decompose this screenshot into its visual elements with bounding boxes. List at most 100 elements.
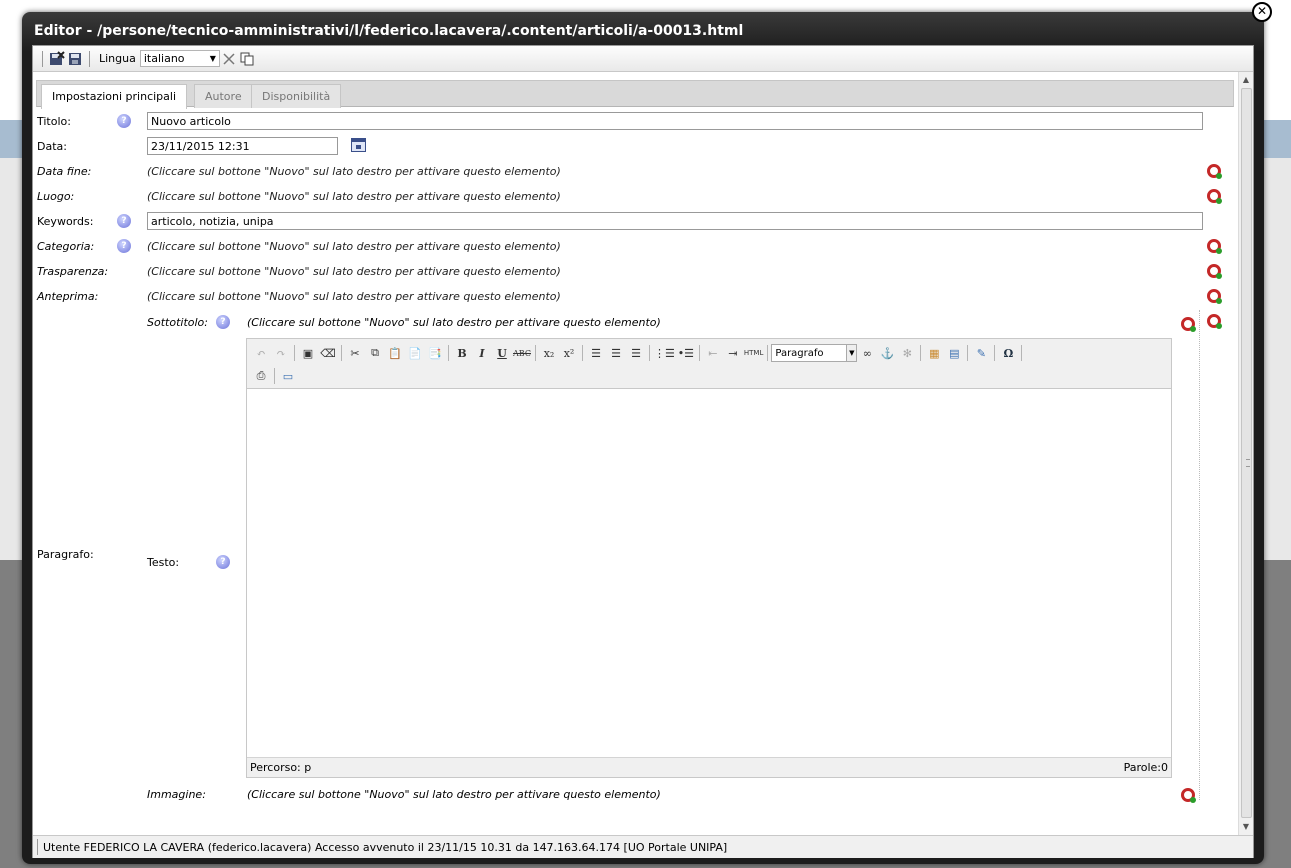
save-exit-icon[interactable]	[48, 50, 66, 68]
tab-autore[interactable]: Autore	[194, 84, 253, 108]
field-data-fine: Data fine: (Cliccare sul bottone "Nuovo"…	[33, 159, 1238, 184]
immagine-label: Immagine:	[147, 788, 206, 801]
trasparenza-hint: (Cliccare sul bottone "Nuovo" sul lato d…	[147, 265, 561, 278]
editor-content-area[interactable]	[247, 389, 1171, 757]
paste-icon[interactable]: 📋	[386, 344, 404, 362]
format-value: Paragrafo	[775, 347, 824, 359]
keywords-label: Keywords:	[37, 215, 94, 228]
status-divider	[37, 839, 38, 855]
delete-language-icon[interactable]	[220, 50, 238, 68]
strikethrough-icon[interactable]: ABC	[513, 344, 531, 362]
data-input[interactable]	[147, 137, 338, 155]
help-icon[interactable]: ?	[117, 214, 131, 228]
copy-icon[interactable]: ⧉	[366, 344, 384, 362]
undo-icon[interactable]: ↶	[252, 344, 270, 362]
bold-icon[interactable]: B	[453, 344, 471, 362]
print-icon[interactable]: ⎙	[252, 367, 270, 385]
align-center-icon[interactable]: ☰	[607, 344, 625, 362]
clear-format-icon[interactable]: ⌫	[319, 344, 337, 362]
add-new-icon[interactable]	[1181, 317, 1196, 332]
scroll-down-icon[interactable]: ▼	[1239, 819, 1253, 835]
help-icon[interactable]: ?	[117, 114, 131, 128]
format-select[interactable]: Paragrafo	[771, 344, 848, 362]
categoria-hint: (Cliccare sul bottone "Nuovo" sul lato d…	[147, 240, 561, 253]
cut-icon[interactable]: ✂	[346, 344, 364, 362]
editor-statusbar: Percorso: p Parole:0	[247, 757, 1171, 777]
add-new-icon[interactable]	[1207, 239, 1222, 254]
tab-disponibilita[interactable]: Disponibilità	[251, 84, 342, 108]
toolbar-divider	[1021, 345, 1023, 361]
align-right-icon[interactable]: ☰	[627, 344, 645, 362]
scrollbar-thumb[interactable]	[1241, 88, 1252, 818]
language-select[interactable]: italiano ▼	[139, 50, 220, 67]
image-icon[interactable]: ▦	[925, 344, 943, 362]
field-anteprima: Anteprima: (Cliccare sul bottone "Nuovo"…	[33, 284, 1238, 309]
editor-panel: Lingua italiano ▼ Impostazioni principal…	[32, 45, 1254, 858]
add-new-icon[interactable]	[1207, 164, 1222, 179]
numbered-list-icon[interactable]: ⋮☰	[654, 344, 675, 362]
media-icon[interactable]: ▤	[945, 344, 963, 362]
status-bar: Utente FEDERICO LA CAVERA (federico.laca…	[33, 835, 1253, 858]
close-icon[interactable]: ✕	[1252, 2, 1272, 22]
toolbar-divider	[274, 368, 275, 384]
help-icon[interactable]: ?	[216, 555, 230, 569]
toolbar-divider	[535, 345, 536, 361]
field-keywords: Keywords: ?	[33, 209, 1238, 234]
status-text: Utente FEDERICO LA CAVERA (federico.laca…	[43, 840, 728, 854]
scroll-up-icon[interactable]: ▲	[1239, 72, 1253, 88]
add-new-icon[interactable]	[1207, 289, 1222, 304]
unlink-icon[interactable]: ✻	[898, 344, 916, 362]
language-label: Lingua	[99, 52, 136, 65]
scrollbar-grip	[1246, 459, 1250, 467]
add-new-icon[interactable]	[1207, 264, 1222, 279]
add-new-icon[interactable]	[1207, 189, 1222, 204]
italic-icon[interactable]: I	[473, 344, 491, 362]
fullscreen-icon[interactable]: ▭	[279, 367, 297, 385]
subscript-icon[interactable]: x₂	[540, 344, 558, 362]
form-content: Impostazioni principali Autore Disponibi…	[33, 72, 1238, 835]
keywords-input[interactable]	[147, 212, 1203, 230]
tab-impostazioni-principali[interactable]: Impostazioni principali	[41, 84, 188, 109]
copy-language-icon[interactable]	[238, 50, 256, 68]
luogo-label: Luogo:	[37, 190, 75, 203]
outdent-icon[interactable]: ⇤	[704, 344, 722, 362]
help-icon[interactable]: ?	[117, 239, 131, 253]
word-count: Parole:0	[1123, 761, 1168, 774]
indent-icon[interactable]: ⇥	[724, 344, 742, 362]
toolbar-divider	[582, 345, 583, 361]
tab-bar: Impostazioni principali Autore Disponibi…	[36, 80, 1234, 109]
help-icon[interactable]: ?	[216, 315, 230, 329]
anchor-icon[interactable]: ⚓	[878, 344, 896, 362]
edit-icon[interactable]: ✎	[972, 344, 990, 362]
underline-icon[interactable]: U	[493, 344, 511, 362]
toolbar-divider	[294, 345, 295, 361]
trasparenza-label: Trasparenza:	[37, 265, 109, 278]
select-all-icon[interactable]: ▣	[299, 344, 317, 362]
chevron-down-icon[interactable]: ▼	[847, 344, 858, 362]
field-titolo: Titolo: ?	[33, 109, 1238, 134]
toolbar-divider	[448, 345, 449, 361]
toolbar-divider	[341, 345, 342, 361]
save-icon[interactable]	[66, 50, 84, 68]
vertical-scrollbar[interactable]: ▲ ▼	[1238, 72, 1253, 835]
superscript-icon[interactable]: x²	[560, 344, 578, 362]
bullet-list-icon[interactable]: •☰	[677, 344, 695, 362]
editor-toolbar: ↶ ↷ ▣ ⌫ ✂ ⧉ 📋 📄 📑 B I U ABC x₂ x² ☰ ☰ ☰ …	[247, 339, 1171, 389]
align-left-icon[interactable]: ☰	[587, 344, 605, 362]
data-label: Data:	[37, 140, 67, 153]
titolo-input[interactable]	[147, 112, 1203, 130]
paragrafo-group: Sottotitolo: ? (Cliccare sul bottone "Nu…	[143, 310, 1200, 803]
link-icon[interactable]: ∞	[858, 344, 876, 362]
paste-text-icon[interactable]: 📄	[406, 344, 424, 362]
immagine-hint: (Cliccare sul bottone "Nuovo" sul lato d…	[247, 788, 661, 801]
paste-word-icon[interactable]: 📑	[426, 344, 444, 362]
toolbar-divider	[994, 345, 996, 361]
toolbar-divider	[89, 50, 90, 67]
add-new-icon[interactable]	[1181, 788, 1196, 803]
html-source-icon[interactable]: HTML	[744, 344, 763, 362]
redo-icon[interactable]: ↷	[272, 344, 290, 362]
editor-path: Percorso: p	[250, 761, 312, 774]
special-char-icon[interactable]: Ω	[999, 344, 1017, 362]
testo-label: Testo:	[147, 556, 180, 569]
calendar-icon[interactable]	[351, 138, 366, 152]
